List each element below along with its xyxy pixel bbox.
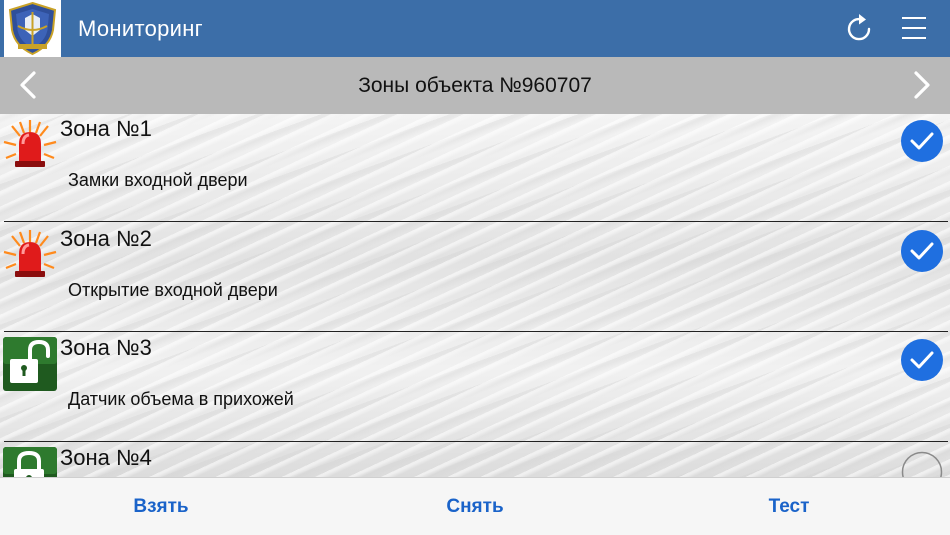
zone-row-2[interactable]: Зона №2 Открытие входной двери: [0, 224, 950, 333]
chevron-right-icon[interactable]: [906, 69, 936, 101]
row-divider: [4, 221, 948, 222]
locked-padlock-icon: [2, 447, 58, 477]
checkmark-circle-icon[interactable]: [901, 339, 943, 381]
bottom-toolbar: Взять Снять Тест: [0, 477, 950, 535]
app-header: Мониторинг: [0, 0, 950, 57]
zone-title: Зона №3: [60, 335, 152, 360]
chevron-left-icon[interactable]: [14, 69, 44, 101]
zone-description: Замки входной двери: [68, 170, 248, 190]
zone-row-3[interactable]: Зона №3 Датчик объема в прихожей: [0, 333, 950, 442]
arm-button[interactable]: Взять: [61, 478, 261, 535]
disarm-button[interactable]: Снять: [375, 478, 575, 535]
zones-navbar: Зоны объекта №960707: [0, 57, 950, 114]
test-button[interactable]: Тест: [689, 478, 889, 535]
page-title: Зоны объекта №960707: [358, 74, 592, 97]
checkmark-circle-icon[interactable]: [901, 120, 943, 162]
unchecked-circle-icon[interactable]: [901, 451, 943, 477]
alarm-beacon-icon: [2, 228, 58, 282]
zone-description: Датчик объема в прихожей: [68, 389, 294, 409]
checkmark-circle-icon[interactable]: [901, 230, 943, 272]
alarm-beacon-icon: [2, 118, 58, 172]
zone-title: Зона №4: [60, 445, 152, 470]
row-divider: [4, 441, 948, 442]
zone-title: Зона №2: [60, 226, 152, 251]
zone-list[interactable]: Зона №1 Замки входной двери Зона №2 Откр…: [0, 114, 950, 477]
zone-description: Открытие входной двери: [68, 280, 278, 300]
zone-title: Зона №1: [60, 116, 152, 141]
app-title: Мониторинг: [78, 16, 204, 41]
row-divider: [4, 331, 948, 332]
hamburger-menu-icon[interactable]: [900, 14, 930, 42]
zone-row-4[interactable]: Зона №4: [0, 443, 950, 477]
unlocked-padlock-icon: [2, 337, 58, 391]
refresh-icon[interactable]: [842, 12, 876, 46]
shield-logo-icon: [4, 0, 61, 57]
zone-row-1[interactable]: Зона №1 Замки входной двери: [0, 114, 950, 223]
